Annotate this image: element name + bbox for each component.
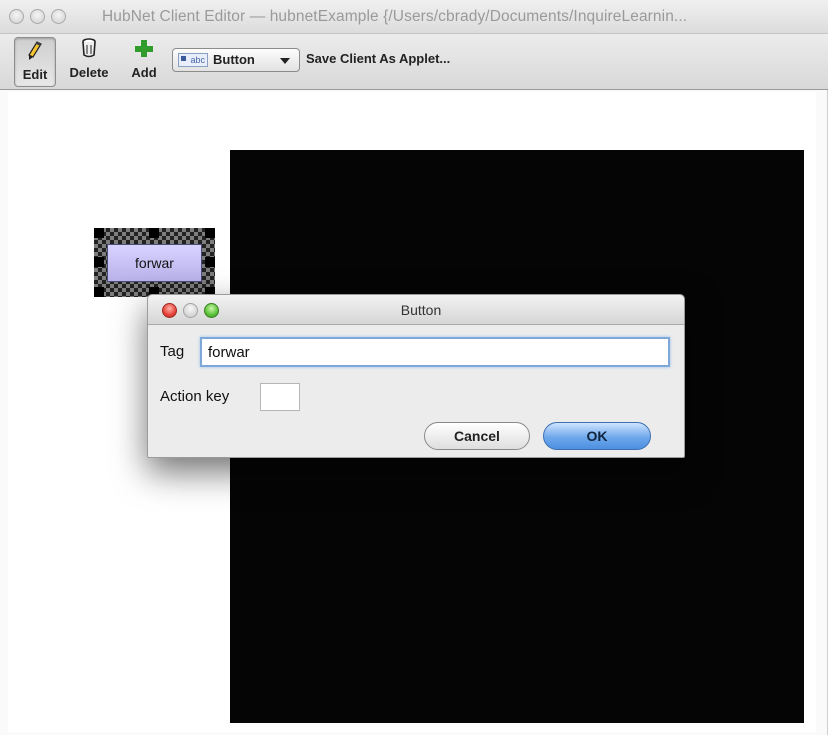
toolbar: Edit Delete Add abc Button Save Client A… xyxy=(0,34,828,90)
pencil-icon xyxy=(28,41,42,60)
widget-type-value: Button xyxy=(213,52,255,67)
delete-label: Delete xyxy=(69,65,109,80)
ok-button[interactable]: OK xyxy=(543,422,651,450)
dialog-title-bar[interactable]: Button xyxy=(148,295,684,325)
cancel-button[interactable]: Cancel xyxy=(424,422,530,450)
edit-label: Edit xyxy=(22,67,48,82)
abc-widget-icon: abc xyxy=(178,53,208,67)
button-properties-dialog: Button Tag Action key Cancel OK xyxy=(147,294,685,458)
title-bar[interactable]: HubNet Client Editor — hubnetExample {/U… xyxy=(0,0,828,34)
action-key-label: Action key xyxy=(160,388,230,405)
tag-input[interactable] xyxy=(200,337,670,367)
delete-button[interactable]: Delete xyxy=(64,34,114,90)
widget-type-select[interactable]: abc Button xyxy=(172,48,300,72)
window-title: HubNet Client Editor — hubnetExample {/U… xyxy=(102,8,688,25)
close-window-icon[interactable] xyxy=(9,9,24,24)
resize-handle[interactable] xyxy=(94,257,104,267)
resize-handle[interactable] xyxy=(205,257,215,267)
add-label: Add xyxy=(131,65,157,80)
resize-handle[interactable] xyxy=(94,228,104,238)
edit-button[interactable]: Edit xyxy=(14,37,56,87)
tag-label: Tag xyxy=(160,343,185,360)
minimize-window-icon[interactable] xyxy=(30,9,45,24)
add-button[interactable]: Add xyxy=(124,34,164,90)
save-client-as-applet-button[interactable]: Save Client As Applet... xyxy=(306,51,450,66)
dialog-title: Button xyxy=(400,302,442,318)
zoom-window-icon[interactable] xyxy=(51,9,66,24)
resize-handle[interactable] xyxy=(205,228,215,238)
resize-handle[interactable] xyxy=(94,287,104,297)
trash-can-icon xyxy=(82,38,96,58)
forward-widget-button[interactable]: forwar xyxy=(107,244,202,282)
green-plus-icon xyxy=(135,40,153,57)
hubnet-client-editor-window: HubNet Client Editor — hubnetExample {/U… xyxy=(0,0,828,735)
chevron-down-icon xyxy=(280,58,290,64)
action-key-input[interactable] xyxy=(260,383,300,411)
resize-handle[interactable] xyxy=(149,228,159,238)
